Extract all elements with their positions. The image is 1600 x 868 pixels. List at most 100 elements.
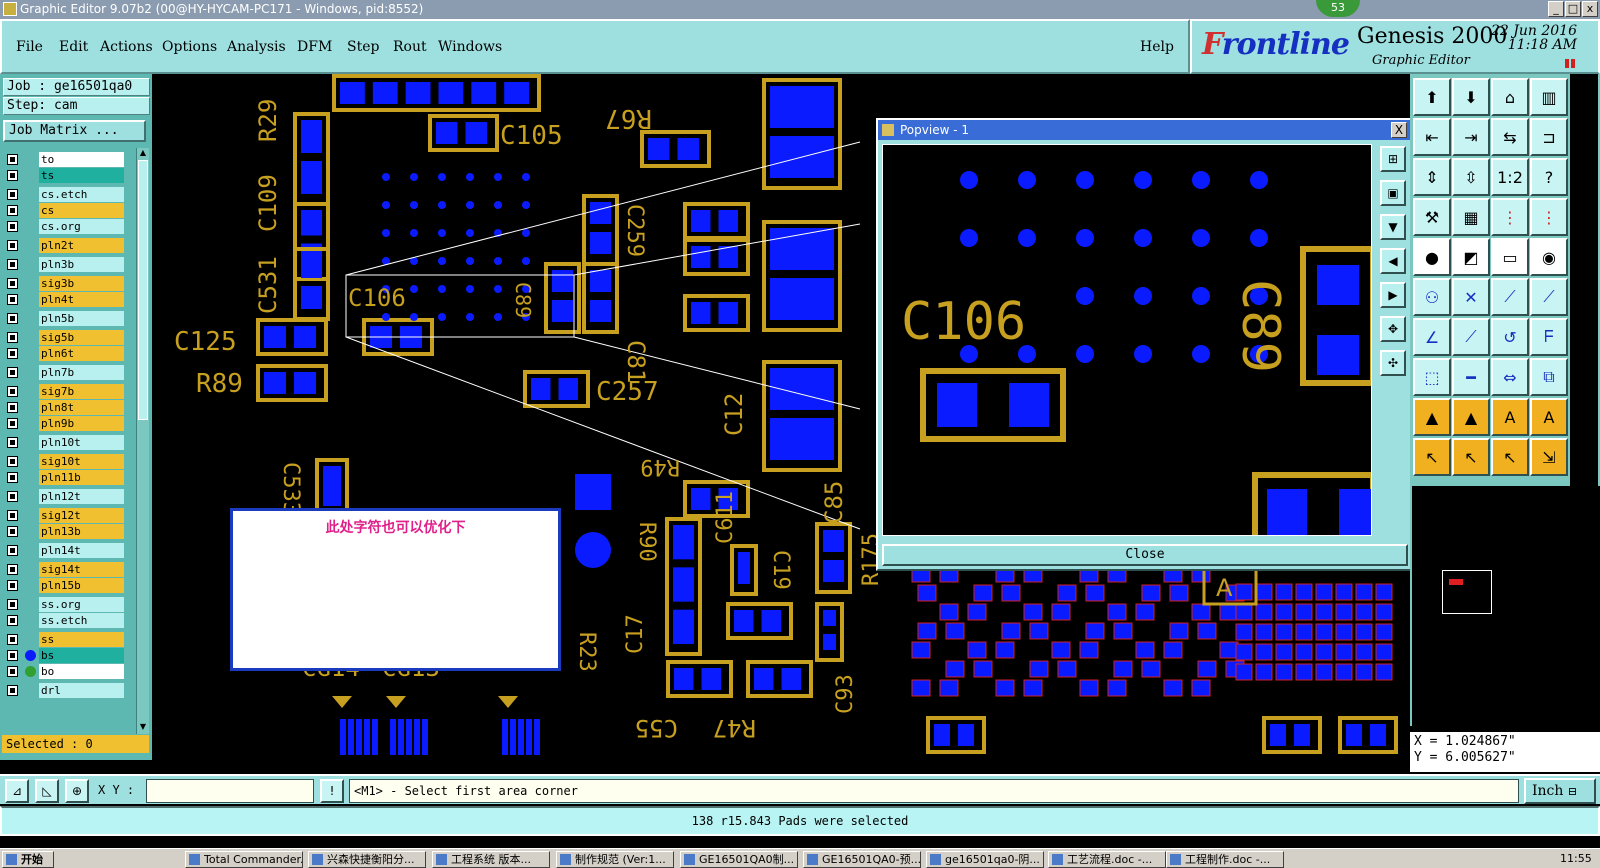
angle-icon[interactable]: ∠ [1413,318,1451,356]
popview-center-button[interactable]: ✣ [1380,350,1406,376]
layer-row[interactable]: pln10t [5,435,136,450]
popview-zoom-out-button[interactable]: ▣ [1380,180,1406,206]
layer-row[interactable]: pln7b [5,365,136,380]
layer-checkbox[interactable] [7,510,18,521]
layer-checkbox[interactable] [7,221,18,232]
layer-checkbox[interactable] [7,685,18,696]
zoom-home-icon[interactable]: ⬆ [1413,78,1451,116]
taskbar-item[interactable]: ge16501qa0-阴... [926,851,1044,868]
layer-checkbox[interactable] [7,154,18,165]
taskbar-item[interactable]: GE16501QA0制... [680,851,798,868]
text2-icon[interactable]: A [1530,398,1568,436]
layer-checkbox[interactable] [7,580,18,591]
select-icon[interactable]: ↖ [1413,438,1451,476]
menu-actions[interactable]: Actions [100,39,153,55]
layer-row[interactable]: sig3b [5,276,136,291]
grid-icon[interactable]: ▦ [1452,198,1490,236]
home-icon[interactable]: ⌂ [1491,78,1529,116]
tools-icon[interactable]: ⚒ [1413,198,1451,236]
popview-close-icon[interactable]: X [1391,122,1407,138]
menu-dfm[interactable]: DFM [297,39,332,55]
layer-row[interactable]: pln4t [5,292,136,307]
layer-checkbox[interactable] [7,205,18,216]
snap-red2-icon[interactable]: ⋮ [1530,198,1568,236]
layer-checkbox[interactable] [7,418,18,429]
taskbar-item[interactable]: GE16501QA0-预... [803,851,921,868]
layer-row[interactable]: sig14t [5,562,136,577]
layer-list-scrollbar[interactable]: ▲ ▼ [136,148,149,734]
layer-checkbox[interactable] [7,259,18,270]
layer-row[interactable]: cs [5,203,136,218]
font-icon[interactable]: ᖴ [1530,318,1568,356]
fit-vertical-icon[interactable]: ⇕ [1413,158,1451,196]
outline-icon[interactable]: ⊐ [1530,118,1568,156]
layout-icon[interactable]: ▥ [1530,78,1568,116]
pan-down-icon[interactable]: ⬇ [1452,78,1490,116]
taskbar-item[interactable]: 工程制作.doc -... [1166,851,1284,868]
hline-icon[interactable]: ━ [1452,358,1490,396]
popview-right-button[interactable]: ▶ [1380,282,1406,308]
popview-close-button[interactable]: Close [882,544,1408,566]
net-icon[interactable]: ⚇ [1413,278,1451,316]
layer-row[interactable]: pln2t [5,238,136,253]
start-button[interactable]: 开始 [2,851,54,868]
line-icon[interactable]: ⟋ [1491,278,1529,316]
dim-icon[interactable]: ⇔ [1491,358,1529,396]
text-icon[interactable]: A [1491,398,1529,436]
layer-checkbox[interactable] [7,294,18,305]
job-matrix-button[interactable]: Job Matrix ... [3,120,146,142]
ruler-icon[interactable]: ▭ [1491,238,1529,276]
layer-row[interactable]: ss.etch [5,613,136,628]
layer-row[interactable]: pln14t [5,543,136,558]
scroll-thumb[interactable] [138,160,148,420]
target-icon[interactable]: ◉ [1530,238,1568,276]
rotate-icon[interactable]: ↺ [1491,318,1529,356]
layer-row[interactable]: pln5b [5,311,136,326]
swap-icon[interactable]: ⇆ [1491,118,1529,156]
pan-right-icon[interactable]: ⇥ [1452,118,1490,156]
layer-row[interactable]: bs [5,648,136,663]
layer-checkbox[interactable] [7,348,18,359]
layer-checkbox[interactable] [7,564,18,575]
layer-row[interactable]: cs.org [5,219,136,234]
layer-row[interactable]: pln9b [5,416,136,431]
pan-left-icon[interactable]: ⇤ [1413,118,1451,156]
taskbar-item[interactable]: 兴森快捷衡阳分... [308,851,426,868]
box-icon[interactable]: ⬚ [1413,358,1451,396]
layer-row[interactable]: pln12t [5,489,136,504]
popview-canvas[interactable]: C106 C89 [882,144,1372,536]
layer-checkbox[interactable] [7,437,18,448]
layer-row[interactable]: ss [5,632,136,647]
cross-icon[interactable]: ✕ [1452,278,1490,316]
copy-icon[interactable]: ⧉ [1530,358,1568,396]
menu-step[interactable]: Step [347,39,379,55]
layer-row[interactable]: sig5b [5,330,136,345]
select2-icon[interactable]: ↖ [1452,438,1490,476]
menu-help[interactable]: Help [1140,39,1174,55]
unit-selector[interactable]: Inch ⊟ [1524,778,1596,804]
layer-checkbox[interactable] [7,599,18,610]
layer-row[interactable]: ss.org [5,597,136,612]
layer-checkbox[interactable] [7,278,18,289]
scroll-up-icon[interactable]: ▲ [138,148,148,158]
layer-checkbox[interactable] [7,402,18,413]
close-window-button[interactable]: x [1582,1,1598,17]
fit-both-icon[interactable]: ⇳ [1452,158,1490,196]
menu-rout[interactable]: Rout [393,39,427,55]
layer-row[interactable]: pln11b [5,470,136,485]
grid-icon[interactable]: ⊕ [65,779,89,803]
layer-checkbox[interactable] [7,367,18,378]
layer-checkbox[interactable] [7,615,18,626]
tri2-icon[interactable]: ▲ [1452,398,1490,436]
pad-icon[interactable]: ● [1413,238,1451,276]
menu-edit[interactable]: Edit [59,39,88,55]
layer-checkbox[interactable] [7,472,18,483]
xy-input[interactable] [146,779,314,803]
tri-icon[interactable]: ▲ [1413,398,1451,436]
popview-fit-button[interactable]: ✥ [1380,316,1406,342]
layer-checkbox[interactable] [7,240,18,251]
layer-checkbox[interactable] [7,491,18,502]
layer-checkbox[interactable] [7,332,18,343]
layer-row[interactable]: pln3b [5,257,136,272]
minimize-button[interactable]: _ [1548,1,1564,17]
